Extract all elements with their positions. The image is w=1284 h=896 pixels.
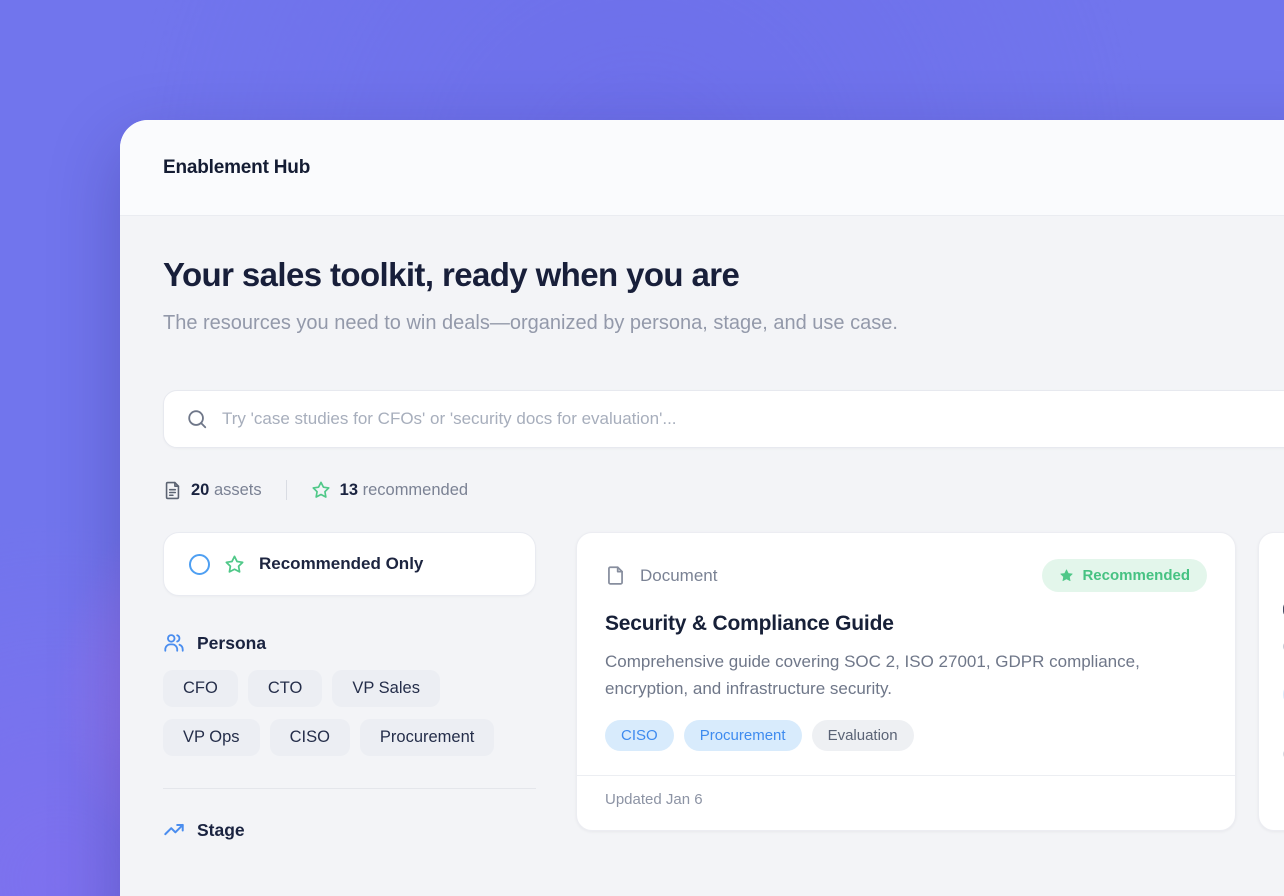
- file-icon: [605, 565, 626, 586]
- assets-stat: 20 assets: [163, 481, 262, 500]
- recommended-stat: 13 recommended: [311, 480, 468, 500]
- card-tag-list: CISO Procurement Evaluation: [605, 720, 1207, 751]
- results-grid: Document Recommended Security & Complian…: [576, 532, 1284, 831]
- star-icon: [311, 480, 331, 500]
- card-description: Comprehensive guide covering SOC 2, ISO …: [605, 648, 1185, 702]
- search-bar[interactable]: [163, 390, 1284, 448]
- card-type-label: Document: [640, 566, 717, 586]
- persona-chip[interactable]: CFO: [163, 670, 238, 707]
- assets-count: 20: [191, 481, 209, 499]
- page-subtitle: The resources you need to win deals—orga…: [163, 306, 923, 340]
- app-title: Enablement Hub: [163, 157, 310, 179]
- recommended-badge: Recommended: [1042, 559, 1207, 592]
- star-filled-icon: [1059, 568, 1074, 583]
- users-icon: [163, 632, 185, 654]
- card-title: Security & Compliance Guide: [605, 612, 1207, 636]
- page-title: Your sales toolkit, ready when you are: [163, 256, 1284, 294]
- stage-filter-section: Stage: [163, 819, 536, 841]
- file-text-icon: [163, 481, 182, 500]
- persona-chip[interactable]: Procurement: [360, 719, 494, 756]
- search-input[interactable]: [222, 391, 1284, 447]
- stats-divider: [286, 480, 287, 500]
- resource-card[interactable]: Document Recommended Security & Complian…: [576, 532, 1236, 831]
- content-area: Your sales toolkit, ready when you are T…: [120, 216, 1284, 841]
- recommended-only-toggle[interactable]: Recommended Only: [163, 532, 536, 596]
- stage-section-label: Stage: [197, 820, 245, 841]
- persona-filter-section: Persona CFO CTOVP Sales VP Ops CISO Procurem…: [163, 632, 536, 756]
- filter-sidebar: Recommended Only Persona: [163, 532, 536, 841]
- persona-chip[interactable]: CISO: [270, 719, 350, 756]
- assets-label: assets: [214, 481, 262, 499]
- persona-chip[interactable]: VP Ops: [163, 719, 260, 756]
- card-tag: CISO: [605, 720, 674, 751]
- persona-chip[interactable]: VP Sales: [332, 670, 440, 707]
- card-updated: Updated Jan 6: [605, 776, 1207, 830]
- search-icon: [186, 408, 208, 430]
- persona-chip-list: CFO CTOVP Sales VP Ops CISO Procurement: [163, 670, 536, 756]
- radio-circle-icon[interactable]: [189, 554, 210, 575]
- enablement-hub-panel: Enablement Hub Your sales toolkit, ready…: [120, 120, 1284, 896]
- star-icon: [224, 554, 245, 575]
- recommended-only-label: Recommended Only: [259, 554, 423, 574]
- persona-section-label: Persona: [197, 633, 266, 654]
- stats-row: 20 assets 13 recommended: [163, 480, 1284, 500]
- recommended-count: 13: [340, 481, 358, 499]
- badge-label: Recommended: [1082, 567, 1190, 584]
- card-tag: Evaluation: [812, 720, 914, 751]
- card-tag: Procurement: [684, 720, 802, 751]
- resource-card-partial[interactable]: [1258, 532, 1284, 831]
- persona-chip[interactable]: CTO: [248, 670, 323, 707]
- recommended-label: recommended: [363, 481, 468, 499]
- trending-up-icon: [163, 819, 185, 841]
- panel-header: Enablement Hub: [120, 120, 1284, 216]
- sidebar-divider: [163, 788, 536, 789]
